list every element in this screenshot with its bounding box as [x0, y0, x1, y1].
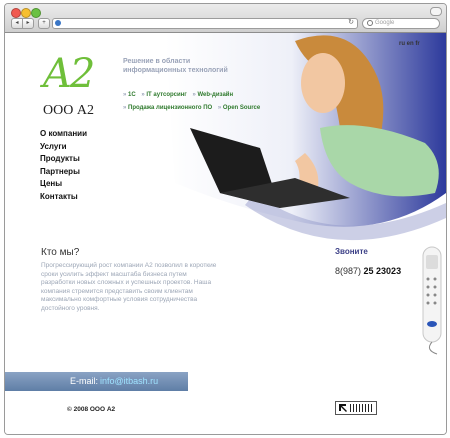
- main-menu: О компании Услуги Продукты Партнеры Цены…: [40, 128, 87, 203]
- copyright: © 2008 ООО А2: [67, 406, 116, 413]
- service-link-outsourcing[interactable]: IT аутсорсинг: [141, 92, 186, 98]
- phone-digits: 25 23023: [363, 266, 402, 276]
- service-link-licensed-software[interactable]: Продажа лицензионного ПО: [123, 105, 212, 111]
- telephone-handset-icon: [422, 246, 442, 355]
- menu-item-partners[interactable]: Партнеры: [40, 166, 87, 179]
- section-title: Кто мы?: [41, 247, 80, 258]
- visitor-counter-badge[interactable]: [335, 401, 377, 415]
- address-bar[interactable]: ↻: [52, 18, 358, 29]
- email-link[interactable]: info@itbash.ru: [100, 376, 158, 386]
- menu-item-services[interactable]: Услуги: [40, 141, 87, 154]
- arrow-icon: [339, 404, 347, 412]
- email-bar: E-mail: info@itbash.ru: [5, 372, 188, 391]
- section-text: Прогрессирующий рост компании А2 позволи…: [41, 262, 217, 312]
- service-link-web-design[interactable]: Web-дизайн: [192, 92, 233, 98]
- menu-item-prices[interactable]: Цены: [40, 178, 87, 191]
- search-icon: [367, 20, 373, 26]
- language-switcher[interactable]: ru en fr: [399, 41, 420, 47]
- web-page: A2 ООО А2 Решение в области информационн…: [5, 33, 446, 434]
- toolbar-toggle-button[interactable]: [430, 7, 442, 16]
- browser-window: ◂ ▸ + ↻ Google A2 ООО А2 Решение в облас…: [4, 3, 447, 435]
- phone-number: 8(987) 25 23023: [335, 266, 401, 276]
- browser-toolbar: ◂ ▸ + ↻ Google: [5, 4, 446, 33]
- phone-code: 8(987): [335, 266, 362, 276]
- call-heading: Звоните: [335, 247, 368, 256]
- menu-item-contacts[interactable]: Контакты: [40, 191, 87, 204]
- forward-button[interactable]: ▸: [22, 18, 34, 29]
- minimize-window-icon[interactable]: [21, 8, 31, 18]
- email-label: E-mail:: [70, 376, 99, 386]
- close-window-icon[interactable]: [11, 8, 21, 18]
- menu-item-about[interactable]: О компании: [40, 128, 87, 141]
- tagline: Решение в области информационных техноло…: [123, 58, 228, 74]
- services-links: 1С IT аутсорсинг Web-дизайн Продажа лице…: [123, 89, 303, 115]
- search-input[interactable]: Google: [362, 18, 440, 29]
- site-favicon-icon: [55, 20, 61, 26]
- logo-company-name: ООО А2: [43, 103, 94, 118]
- reload-icon[interactable]: ↻: [348, 18, 354, 26]
- search-placeholder: Google: [375, 20, 395, 26]
- service-link-1c[interactable]: 1С: [123, 92, 136, 98]
- zoom-window-icon[interactable]: [31, 8, 41, 18]
- add-bookmark-button[interactable]: +: [38, 18, 50, 29]
- counter-digits: [350, 404, 374, 412]
- menu-item-products[interactable]: Продукты: [40, 153, 87, 166]
- logo-mark[interactable]: A2: [43, 51, 95, 97]
- service-link-open-source[interactable]: Open Source: [218, 105, 260, 111]
